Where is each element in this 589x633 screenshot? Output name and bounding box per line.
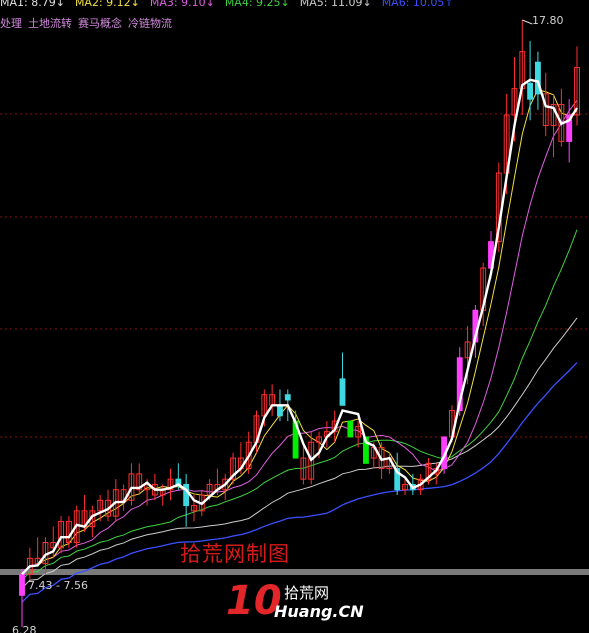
concept-tag[interactable]: 处理 [0,17,22,30]
high-marker [522,19,533,25]
ma-legend-item: MA2: 9.12↓ [74,0,140,9]
concept-tag[interactable]: 冷链物流 [128,17,172,30]
concept-tag[interactable]: 土地流转 [28,17,72,30]
ma-legend-item: MA3: 9.10↓ [149,0,215,9]
ma-legend-item: MA1: 8.79↓ [0,0,65,9]
kline-chart[interactable] [0,0,589,633]
ma-legend-item: MA5: 11.09↓ [299,0,372,9]
ma-legend-item: MA4: 9.25↓ [224,0,290,9]
ma-legend-item: MA6: 10.05↑ [381,0,454,9]
ma5-line [21,317,578,589]
watermark-text: 拾荒网制图 [180,542,290,566]
range-label: 7.43 - 7.56 [28,579,88,592]
candle-body [284,394,291,401]
moving-average-legend: MA1: 8.79↓ MA2: 9.12↓ MA3: 9.10↓ MA4: 9.25↓… [0,0,464,10]
candle-body [339,378,346,406]
high-price-label: 17.80 [532,14,564,27]
stock-chart-panel: MA1: 8.79↓ MA2: 9.12↓ MA3: 9.10↓ MA4: 9.25↓… [0,0,589,633]
logo-cn-text: 拾荒网 [284,584,330,602]
ma6-line [21,362,578,603]
logo-domain: Huang.CN [274,602,364,621]
candle-body [527,82,534,100]
ma4-line [21,229,578,581]
site-logo[interactable]: 10 拾荒网 Huang.CN [226,578,364,630]
candle-body [19,573,25,596]
low-price-label: 6.28 [12,624,37,633]
concept-tag[interactable]: 赛马概念 [78,17,122,30]
candle-body [347,420,354,438]
candle-body [277,404,283,417]
concept-tags: 处理 土地流转 赛马概念 冷链物流 [0,15,178,31]
